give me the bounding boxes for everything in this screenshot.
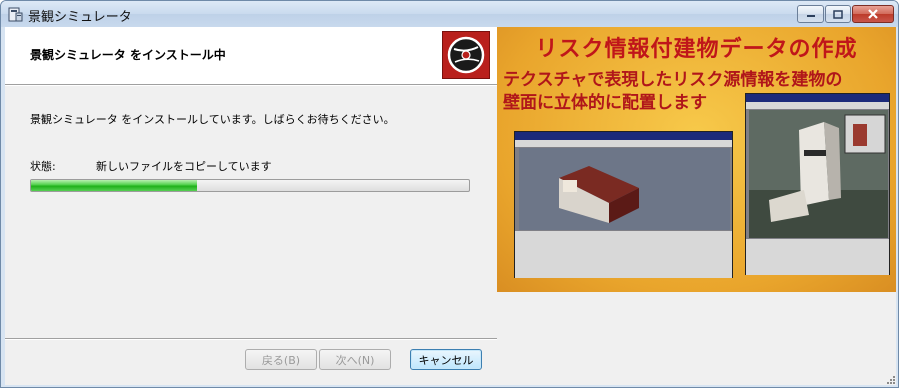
status-value: 新しいファイルをコピーしています xyxy=(96,160,272,173)
minimize-icon xyxy=(806,15,815,17)
close-button[interactable] xyxy=(852,5,894,23)
close-icon xyxy=(868,9,878,19)
progress-fill xyxy=(31,180,198,191)
maximize-icon xyxy=(833,9,843,19)
screenshot-thumbnail-left xyxy=(514,131,733,278)
back-button[interactable]: 戻る(B) xyxy=(245,349,317,370)
banner-text-line-2: 壁面に立体的に配置します xyxy=(503,93,707,113)
installer-icon xyxy=(8,7,23,22)
title-bar[interactable]: 景観シミュレータ xyxy=(1,1,898,27)
cd-install-icon xyxy=(442,31,490,79)
page-title: 景観シミュレータ をインストール中 xyxy=(30,48,226,62)
screenshot-thumbnail-right xyxy=(745,93,890,275)
cancel-button[interactable]: キャンセル xyxy=(410,349,482,370)
resize-grip-icon[interactable] xyxy=(886,375,896,385)
status-label: 状態: xyxy=(30,160,56,173)
window-title: 景観シミュレータ xyxy=(28,10,132,25)
install-description: 景観シミュレータ をインストールしています。しばらくお待ちください。 xyxy=(30,113,395,126)
banner-image: リスク情報付建物データの作成 テクスチャで表現したリスク源情報を建物の 壁面に立… xyxy=(497,27,896,292)
maximize-button[interactable] xyxy=(825,5,851,23)
installer-window: 景観シミュレータ 景観シミュレータ をインストール中 景観シミュレータ をインス… xyxy=(0,0,899,388)
next-button[interactable]: 次へ(N) xyxy=(319,349,391,370)
client-area: 景観シミュレータ をインストール中 景観シミュレータ をインストールしています。… xyxy=(5,27,896,385)
banner-title: リスク情報付建物データの作成 xyxy=(535,37,858,62)
minimize-button[interactable] xyxy=(797,5,824,23)
banner-text-line-1: テクスチャで表現したリスク源情報を建物の xyxy=(503,70,843,90)
header-band: 景観シミュレータ をインストール中 xyxy=(5,27,497,84)
install-progress-bar xyxy=(30,179,470,192)
